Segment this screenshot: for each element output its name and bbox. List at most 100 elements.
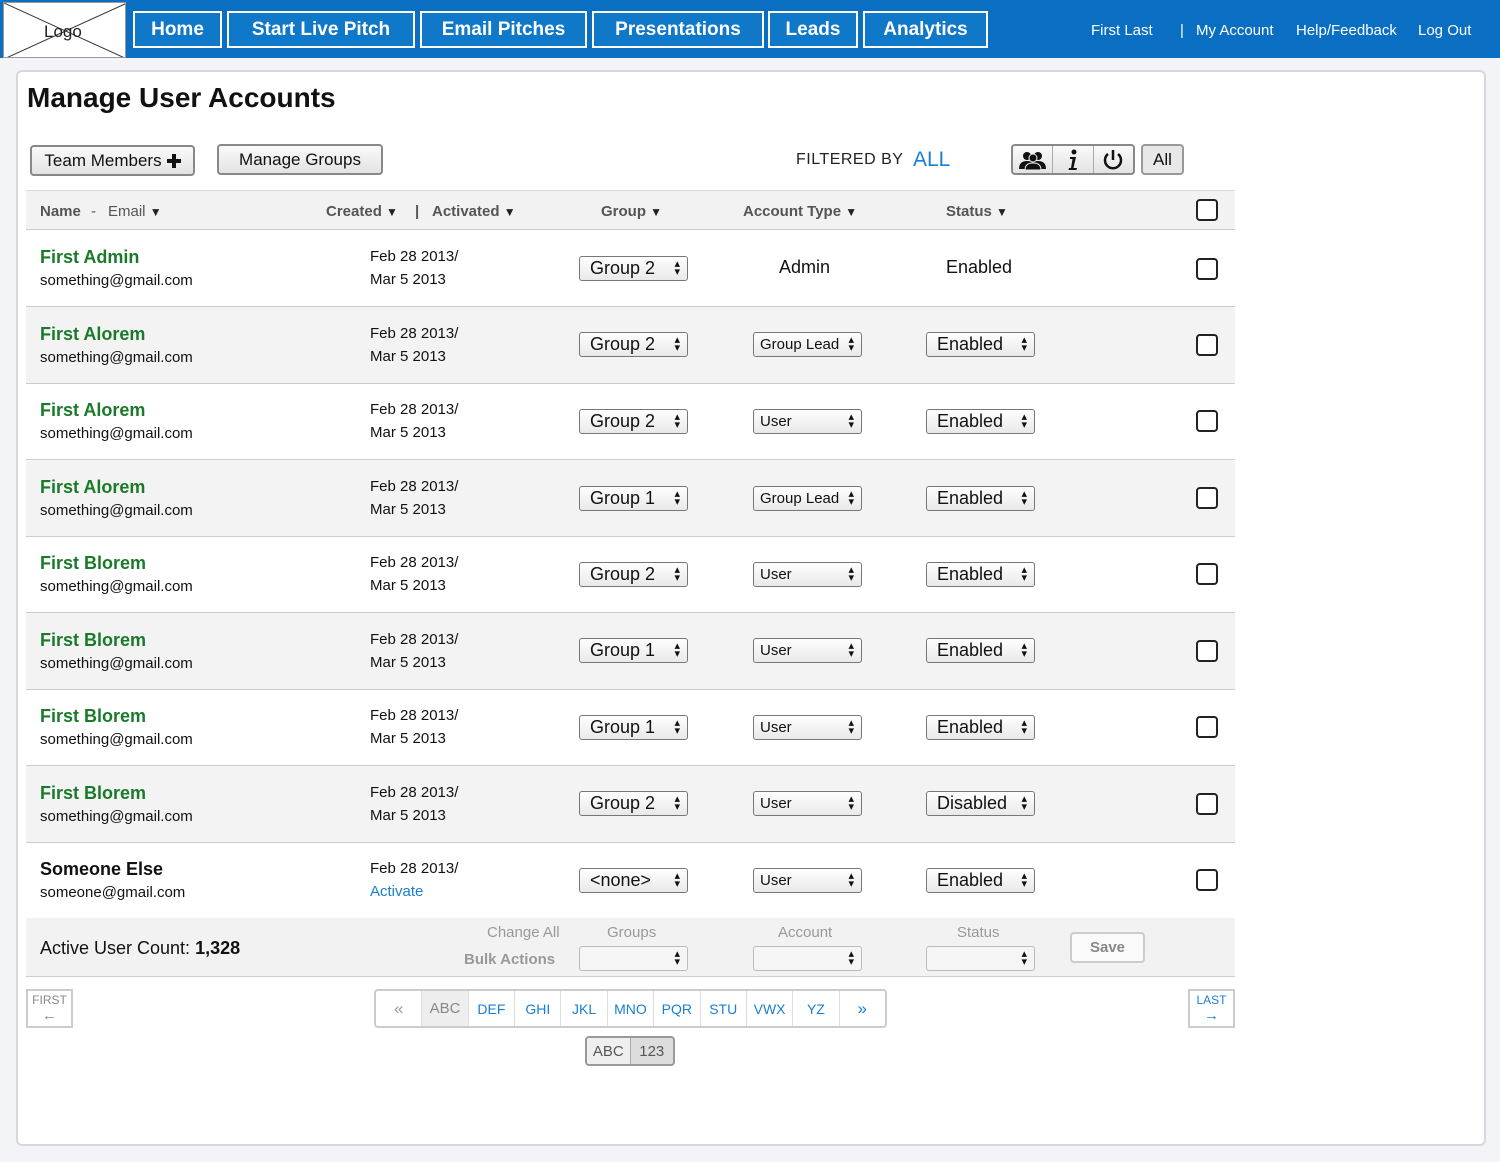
log-out-link[interactable]: Log Out: [1418, 22, 1471, 39]
row-checkbox[interactable]: [1196, 563, 1218, 585]
nav-analytics[interactable]: Analytics: [863, 11, 988, 48]
my-account-link[interactable]: My Account: [1196, 22, 1274, 39]
page-mno[interactable]: MNO: [608, 991, 655, 1026]
header-group[interactable]: Group ▼: [601, 203, 662, 220]
select-arrows-icon: ▴ ▾: [848, 948, 854, 968]
select-arrows-icon: ▴ ▾: [1021, 717, 1027, 737]
status-select[interactable]: Enabled ▴ ▾: [926, 562, 1035, 587]
user-name: First Last: [1091, 22, 1153, 39]
group-select[interactable]: Group 2 ▴ ▾: [579, 562, 688, 587]
user-name-link[interactable]: First Blorem: [40, 706, 146, 727]
bulk-account-select[interactable]: ▴ ▾: [753, 946, 862, 971]
page-def[interactable]: DEF: [469, 991, 516, 1026]
row-checkbox[interactable]: [1196, 258, 1218, 280]
bulk-status-select[interactable]: ▴ ▾: [926, 946, 1035, 971]
row-checkbox[interactable]: [1196, 487, 1218, 509]
row-checkbox[interactable]: [1196, 869, 1218, 891]
group-select[interactable]: Group 2 ▴ ▾: [579, 256, 688, 281]
account-type-select[interactable]: User ▴ ▾: [753, 868, 862, 893]
last-page-button[interactable]: LAST →: [1188, 989, 1235, 1028]
nav-start-live-pitch[interactable]: Start Live Pitch: [227, 11, 415, 48]
manage-groups-button[interactable]: Manage Groups: [217, 144, 383, 175]
account-type-select[interactable]: User ▴ ▾: [753, 791, 862, 816]
account-type-select[interactable]: Group Lead ▴ ▾: [753, 486, 862, 511]
page-jkl[interactable]: JKL: [561, 991, 608, 1026]
sort-mode-toggle: ABC 123: [585, 1036, 675, 1066]
page-vwx[interactable]: VWX: [747, 991, 794, 1026]
account-type-select[interactable]: User ▴ ▾: [753, 562, 862, 587]
group-select[interactable]: <none> ▴ ▾: [579, 868, 688, 893]
status-select[interactable]: Enabled ▴ ▾: [926, 332, 1035, 357]
user-name-link[interactable]: First Blorem: [40, 553, 146, 574]
user-name-link[interactable]: First Blorem: [40, 630, 146, 651]
user-name-link[interactable]: First Alorem: [40, 477, 145, 498]
activate-link[interactable]: Activate: [370, 883, 423, 900]
help-feedback-link[interactable]: Help/Feedback: [1296, 22, 1397, 39]
page-stu[interactable]: STU: [701, 991, 747, 1026]
account-type-select[interactable]: Group Lead ▴ ▾: [753, 332, 862, 357]
user-name-link[interactable]: First Alorem: [40, 400, 145, 421]
user-name-link[interactable]: First Blorem: [40, 783, 146, 804]
select-all-checkbox[interactable]: [1196, 199, 1218, 221]
nav-home[interactable]: Home: [133, 11, 222, 48]
user-name-link[interactable]: First Alorem: [40, 324, 145, 345]
nav-presentations[interactable]: Presentations: [592, 11, 764, 48]
group-select[interactable]: Group 2 ▴ ▾: [579, 791, 688, 816]
logo[interactable]: Logo: [3, 2, 126, 58]
group-select[interactable]: Group 1 ▴ ▾: [579, 638, 688, 663]
row-checkbox[interactable]: [1196, 410, 1218, 432]
user-name-link[interactable]: First Admin: [40, 247, 139, 268]
row-checkbox[interactable]: [1196, 716, 1218, 738]
header-created[interactable]: Created ▼: [326, 203, 398, 220]
created-date: Feb 28 2013/: [370, 554, 459, 571]
status-select[interactable]: Enabled ▴ ▾: [926, 486, 1035, 511]
group-select[interactable]: Group 1 ▴ ▾: [579, 486, 688, 511]
filtered-by-value[interactable]: ALL: [913, 148, 950, 172]
activated-date: Mar 5 2013: [370, 501, 446, 518]
table-row: Someone Else someone@gmail.com Feb 28 20…: [26, 842, 1235, 919]
filter-power-button[interactable]: [1094, 146, 1133, 173]
activated-date: Mar 5 2013: [370, 654, 446, 671]
account-type-select[interactable]: User ▴ ▾: [753, 715, 862, 740]
group-select[interactable]: Group 1 ▴ ▾: [579, 715, 688, 740]
first-page-button[interactable]: FIRST ←: [26, 989, 73, 1028]
page-abc[interactable]: ABC: [422, 991, 469, 1026]
account-type-select[interactable]: User ▴ ▾: [753, 409, 862, 434]
status-select[interactable]: Enabled ▴ ▾: [926, 638, 1035, 663]
team-members-button[interactable]: Team Members: [30, 145, 195, 176]
account-type-select[interactable]: User ▴ ▾: [753, 638, 862, 663]
select-arrows-icon: ▴ ▾: [1021, 411, 1027, 431]
header-account-type[interactable]: Account Type ▼: [743, 203, 857, 220]
bulk-groups-select[interactable]: ▴ ▾: [579, 946, 688, 971]
header-name[interactable]: Name: [40, 203, 81, 220]
status-select[interactable]: Enabled ▴ ▾: [926, 868, 1035, 893]
nav-email-pitches[interactable]: Email Pitches: [420, 11, 587, 48]
header-email[interactable]: Email ▼: [108, 203, 162, 220]
nav-leads[interactable]: Leads: [768, 11, 858, 48]
status-select[interactable]: Enabled ▴ ▾: [926, 715, 1035, 740]
status-select[interactable]: Enabled ▴ ▾: [926, 409, 1035, 434]
header-activated[interactable]: Activated ▼: [432, 203, 516, 220]
filter-users-button[interactable]: [1013, 146, 1054, 173]
filter-all-button[interactable]: All: [1141, 144, 1184, 175]
row-checkbox[interactable]: [1196, 334, 1218, 356]
page-yz[interactable]: YZ: [793, 991, 840, 1026]
status-select[interactable]: Disabled ▴ ▾: [926, 791, 1035, 816]
select-arrows-icon: ▴ ▾: [1021, 640, 1027, 660]
page-ghi[interactable]: GHI: [515, 991, 562, 1026]
toggle-123[interactable]: 123: [631, 1038, 674, 1064]
account-type-select-value: User: [760, 719, 792, 736]
next-page-button[interactable]: »: [840, 991, 885, 1026]
table-row: First Blorem something@gmail.com Feb 28 …: [26, 689, 1235, 766]
user-name-link[interactable]: Someone Else: [40, 859, 163, 880]
row-checkbox[interactable]: [1196, 793, 1218, 815]
page-pqr[interactable]: PQR: [654, 991, 701, 1026]
row-checkbox[interactable]: [1196, 640, 1218, 662]
toggle-abc[interactable]: ABC: [587, 1038, 631, 1064]
filter-info-button[interactable]: [1053, 146, 1094, 173]
group-select[interactable]: Group 2 ▴ ▾: [579, 409, 688, 434]
prev-page-button[interactable]: «: [376, 991, 423, 1026]
header-status[interactable]: Status ▼: [946, 203, 1008, 220]
save-button[interactable]: Save: [1070, 932, 1145, 963]
group-select[interactable]: Group 2 ▴ ▾: [579, 332, 688, 357]
